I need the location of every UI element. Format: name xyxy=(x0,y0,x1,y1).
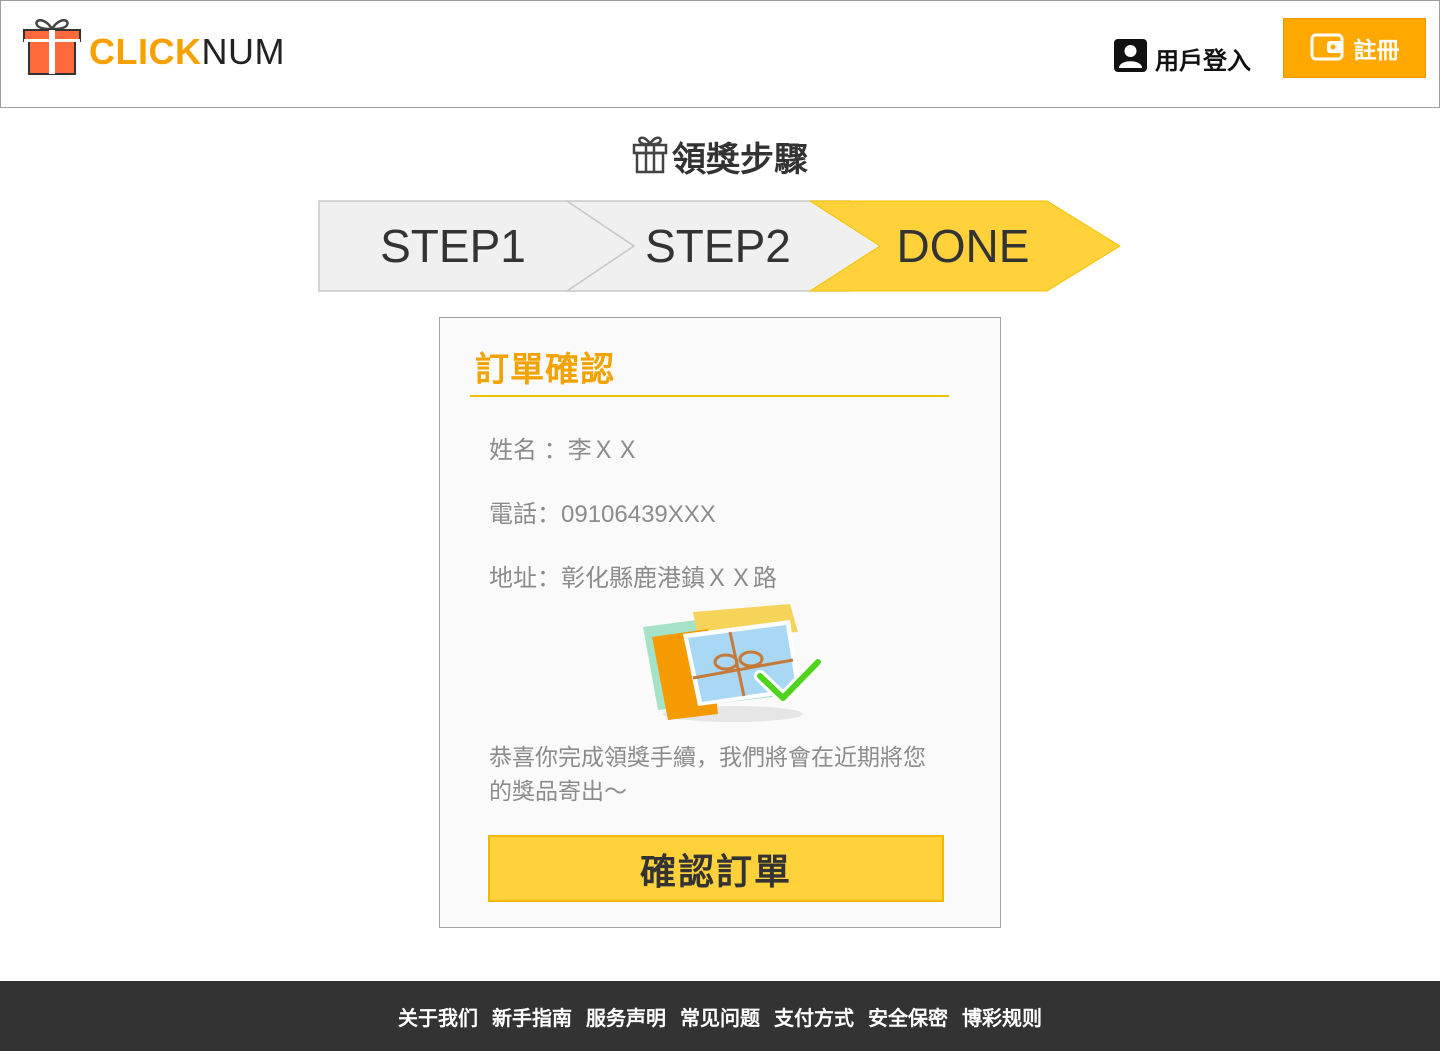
confirm-order-button[interactable]: 確認訂單 xyxy=(488,835,944,902)
site-footer: 关于我们 新手指南 服务声明 常见问题 支付方式 安全保密 博彩规则 xyxy=(0,981,1440,1051)
step-label-done: DONE xyxy=(896,220,1030,272)
footer-link-security[interactable]: 安全保密 xyxy=(868,1002,948,1031)
logo[interactable]: CLICKNUM xyxy=(21,15,285,82)
user-icon xyxy=(1114,39,1147,77)
register-label: 註冊 xyxy=(1353,37,1400,63)
login-link[interactable]: 用戶登入 xyxy=(1114,39,1251,77)
footer-link-rules[interactable]: 博彩规则 xyxy=(962,1002,1042,1031)
site-header: CLICKNUM 用戶登入 註冊 xyxy=(0,0,1440,108)
gift-card-check-icon xyxy=(638,602,824,732)
steps-heading: 領獎步驟 xyxy=(0,132,1440,181)
address-row: 地址：彰化縣鹿港鎮ＸＸ路 xyxy=(489,565,777,592)
order-confirm-card: 訂單確認 姓名 ：李ＸＸ 電話：09106439XXX 地址：彰化縣鹿港鎮ＸＸ路… xyxy=(439,317,1001,928)
card-title: 訂單確認 xyxy=(475,351,615,389)
footer-link-faq[interactable]: 常见问题 xyxy=(680,1002,760,1031)
footer-link-payment[interactable]: 支付方式 xyxy=(774,1002,854,1031)
step-label-1: STEP1 xyxy=(380,220,526,272)
login-label: 用戶登入 xyxy=(1155,47,1251,75)
name-row: 姓名 ：李ＸＸ xyxy=(489,437,640,464)
phone-row: 電話：09106439XXX xyxy=(489,501,716,528)
gift-box-icon xyxy=(21,15,83,82)
logo-highlight: CLICK xyxy=(89,30,202,72)
footer-link-about[interactable]: 关于我们 xyxy=(398,1002,478,1031)
footer-link-service[interactable]: 服务声明 xyxy=(586,1002,666,1031)
title-divider xyxy=(470,395,949,397)
footer-link-guide[interactable]: 新手指南 xyxy=(492,1002,572,1031)
register-button[interactable]: 註冊 xyxy=(1283,18,1426,78)
logo-text: CLICKNUM xyxy=(89,30,285,72)
wallet-icon xyxy=(1310,31,1344,66)
gift-icon xyxy=(632,134,668,179)
steps-title: 領獎步驟 xyxy=(672,141,808,179)
logo-rest: NUM xyxy=(201,30,285,72)
success-message: 恭喜你完成領獎手續，我們將會在近期將您的獎品寄出～ xyxy=(489,744,926,804)
step-label-2: STEP2 xyxy=(645,220,791,272)
confirm-order-label: 確認訂單 xyxy=(639,850,792,892)
